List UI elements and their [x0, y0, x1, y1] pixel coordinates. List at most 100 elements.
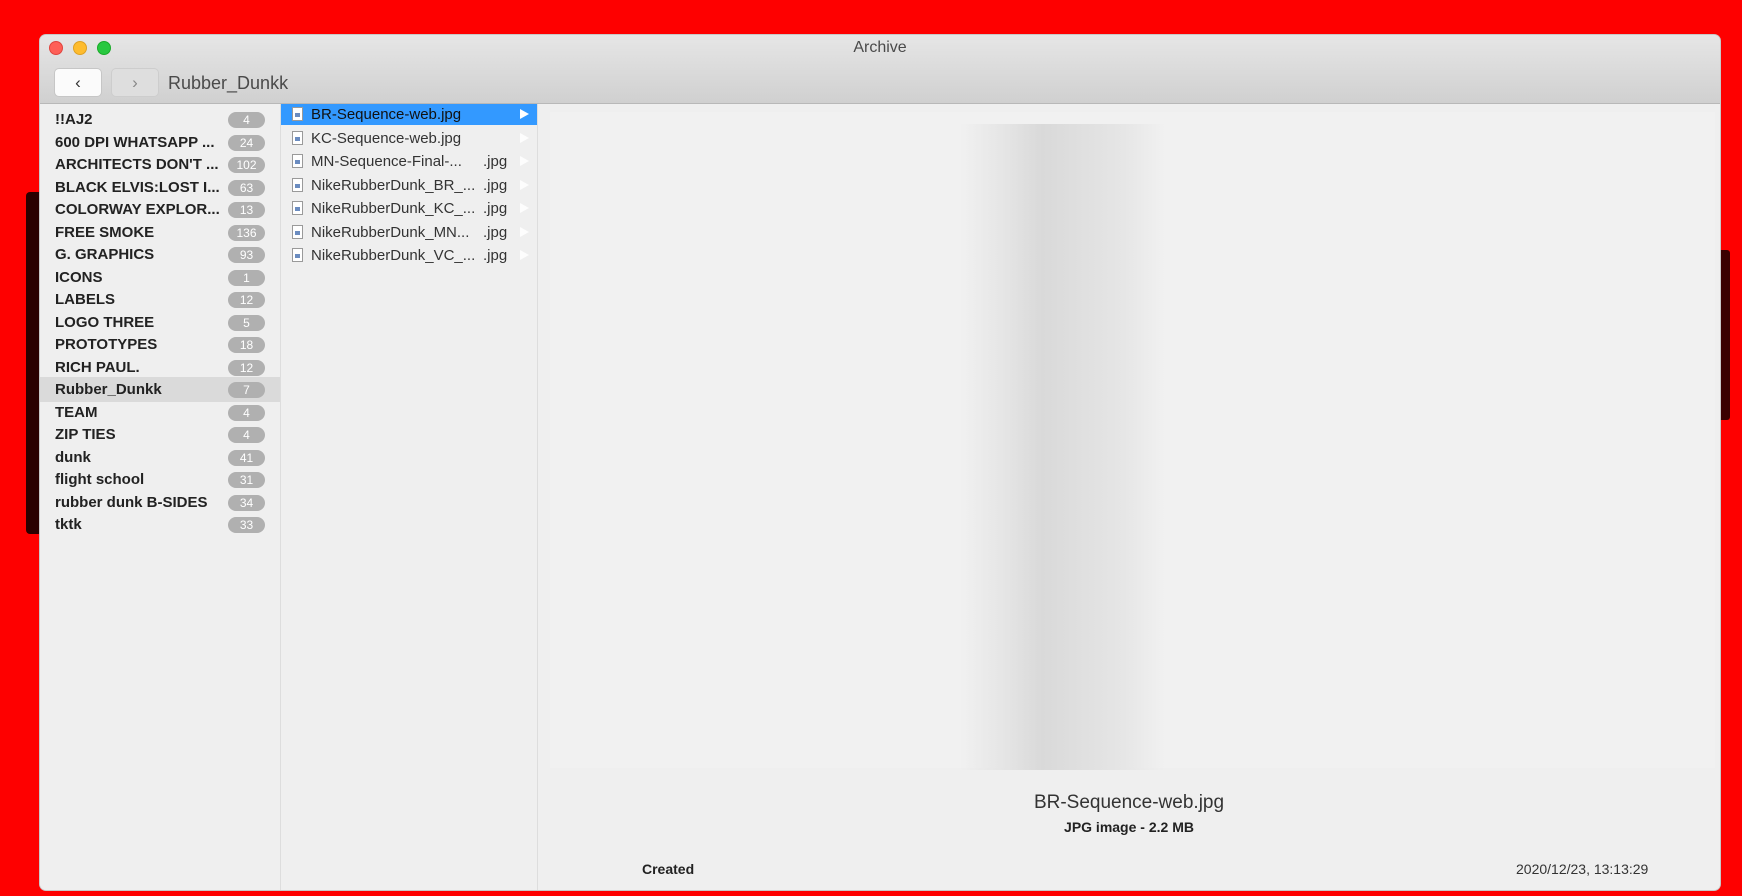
- disclosure-arrow-icon[interactable]: [520, 250, 529, 260]
- sidebar-item[interactable]: BLACK ELVIS:LOST I... 63: [40, 175, 280, 200]
- sidebar-item[interactable]: dunk 41: [40, 445, 280, 470]
- sidebar-item-label: 600 DPI WHATSAPP ...: [55, 133, 215, 151]
- created-label: Created: [642, 861, 695, 877]
- disclosure-arrow-icon[interactable]: [520, 179, 529, 190]
- sidebar-item-count-badge: 136: [228, 224, 265, 241]
- image-file-icon: [292, 107, 303, 121]
- sidebar-item[interactable]: rubber dunk B-SIDES 34: [40, 490, 280, 515]
- sidebar-item-label: rubber dunk B-SIDES: [55, 493, 208, 511]
- image-file-icon: [292, 201, 303, 215]
- image-file-icon: [292, 177, 303, 192]
- sidebar-item-count-badge: 1: [228, 269, 265, 286]
- sidebar-item-label: Rubber_Dunkk: [55, 381, 162, 398]
- file-name: NikeRubberDunk_KC_...: [311, 200, 476, 217]
- sidebar-item[interactable]: LABELS 12: [40, 287, 280, 312]
- sidebar-item[interactable]: ARCHITECTS DON'T ... 102: [40, 152, 280, 177]
- sidebar-item[interactable]: tktk 33: [40, 512, 280, 537]
- file-extension: .jpg: [483, 223, 508, 241]
- file-row[interactable]: NikeRubberDunk_BR_... .jpg: [281, 175, 537, 196]
- image-preview: [550, 112, 1715, 770]
- forward-button[interactable]: ›: [112, 69, 158, 96]
- disclosure-arrow-icon[interactable]: [520, 109, 529, 119]
- file-row[interactable]: NikeRubberDunk_MN... .jpg: [281, 222, 537, 243]
- file-list: BR-Sequence-web.jpg KC-Sequence-web.jpg MN…: [281, 104, 538, 890]
- sidebar-item-count-badge: 5: [228, 314, 265, 331]
- sidebar-item[interactable]: COLORWAY EXPLOR... 13: [40, 197, 280, 222]
- sidebar-item[interactable]: RICH PAUL. 12: [40, 355, 280, 380]
- sidebar-item-count-badge: 102: [228, 157, 265, 173]
- sidebar-item-count-badge: 33: [228, 517, 265, 533]
- sidebar-item-label: dunk: [55, 448, 91, 466]
- folder-sidebar: !!AJ2 4 600 DPI WHATSAPP ... 24 ARCHITECTS D…: [40, 104, 281, 890]
- file-row[interactable]: NikeRubberDunk_KC_... .jpg: [281, 198, 537, 219]
- sidebar-item-label: BLACK ELVIS:LOST I...: [55, 178, 220, 196]
- title-bar: Archive ‹ › Rubber_Dunkk: [40, 35, 1720, 104]
- sidebar-item-count-badge: 24: [228, 134, 265, 151]
- preview-pane: BR-Sequence-web.jpg JPG image - 2.2 MB C…: [538, 104, 1720, 890]
- sidebar-item-label: LABELS: [55, 291, 115, 308]
- sidebar-item-label: RICH PAUL.: [55, 358, 140, 376]
- file-row[interactable]: NikeRubberDunk_VC_... .jpg: [281, 245, 537, 266]
- window-title: Archive: [853, 39, 907, 56]
- sidebar-item-count-badge: 41: [228, 449, 265, 466]
- sidebar-item[interactable]: !!AJ2 4: [40, 107, 280, 132]
- sidebar-item[interactable]: PROTOTYPES 18: [40, 332, 280, 357]
- sidebar-item-count-badge: 7: [228, 382, 265, 398]
- sidebar-item-count-badge: 4: [228, 404, 265, 421]
- sidebar-item-label: COLORWAY EXPLOR...: [55, 201, 220, 218]
- sidebar-item-label: FREE SMOKE: [55, 223, 155, 241]
- back-button[interactable]: ‹: [55, 69, 101, 96]
- sidebar-item-count-badge: 31: [228, 472, 265, 488]
- sidebar-item[interactable]: ZIP TIES 4: [40, 422, 280, 447]
- sidebar-item-count-badge: 93: [228, 247, 265, 263]
- disclosure-arrow-icon[interactable]: [520, 226, 529, 237]
- sidebar-item[interactable]: FREE SMOKE 136: [40, 220, 280, 245]
- sidebar-item[interactable]: Rubber_Dunkk 7: [40, 377, 280, 402]
- sidebar-item-label: PROTOTYPES: [55, 336, 158, 353]
- sidebar-item-count-badge: 4: [228, 427, 265, 443]
- sidebar-item-count-badge: 4: [228, 112, 265, 128]
- archive-window: Archive ‹ › Rubber_Dunkk !!AJ2 4 600 DPI W…: [40, 35, 1720, 890]
- disclosure-arrow-icon[interactable]: [520, 132, 529, 143]
- sidebar-item-count-badge: 34: [228, 494, 265, 511]
- file-extension: .jpg: [483, 153, 508, 170]
- sidebar-item[interactable]: LOGO THREE 5: [40, 310, 280, 335]
- created-value: 2020/12/23, 13:13:29: [1516, 861, 1649, 877]
- sidebar-item-label: ARCHITECTS DON'T ...: [55, 156, 219, 173]
- disclosure-arrow-icon[interactable]: [520, 203, 529, 213]
- file-extension: .jpg: [483, 247, 508, 264]
- image-file-icon: [292, 130, 303, 145]
- sidebar-item[interactable]: TEAM 4: [40, 400, 280, 425]
- file-row[interactable]: BR-Sequence-web.jpg: [281, 104, 537, 125]
- file-extension: .jpg: [483, 200, 508, 217]
- sidebar-item-label: !!AJ2: [55, 111, 93, 128]
- sidebar-item-count-badge: 12: [228, 292, 265, 308]
- file-name: NikeRubberDunk_VC_...: [311, 247, 476, 264]
- sidebar-item-count-badge: 12: [228, 359, 265, 376]
- sidebar-item-count-badge: 13: [228, 202, 265, 218]
- sidebar-item-label: ZIP TIES: [55, 426, 116, 443]
- sidebar-item-count-badge: 18: [228, 337, 265, 353]
- chevron-left-icon: ‹: [75, 72, 81, 92]
- sidebar-item-count-badge: 63: [228, 179, 265, 196]
- sidebar-item-label: LOGO THREE: [55, 313, 155, 331]
- preview-file-info: JPG image - 2.2 MB: [1064, 819, 1194, 835]
- sidebar-item[interactable]: 600 DPI WHATSAPP ... 24: [40, 130, 280, 155]
- sidebar-item-label: ICONS: [55, 268, 103, 286]
- sidebar-item[interactable]: G. GRAPHICS 93: [40, 242, 280, 267]
- file-name: KC-Sequence-web.jpg: [311, 129, 462, 147]
- file-row[interactable]: KC-Sequence-web.jpg: [281, 128, 537, 149]
- preview-file-name: BR-Sequence-web.jpg: [1033, 792, 1225, 813]
- sidebar-item[interactable]: ICONS 1: [40, 265, 280, 290]
- file-name: NikeRubberDunk_MN...: [311, 223, 470, 241]
- file-name: MN-Sequence-Final-...: [311, 153, 462, 170]
- image-file-icon: [292, 154, 303, 168]
- sidebar-item[interactable]: flight school 31: [40, 467, 280, 492]
- file-row[interactable]: MN-Sequence-Final-... .jpg: [281, 151, 537, 172]
- preview-image-content: [960, 124, 1165, 770]
- file-name: NikeRubberDunk_BR_...: [311, 176, 476, 194]
- current-folder-title: Rubber_Dunkk: [168, 73, 289, 93]
- image-file-icon: [292, 224, 303, 239]
- file-name: BR-Sequence-web.jpg: [311, 106, 462, 123]
- disclosure-arrow-icon[interactable]: [520, 156, 529, 166]
